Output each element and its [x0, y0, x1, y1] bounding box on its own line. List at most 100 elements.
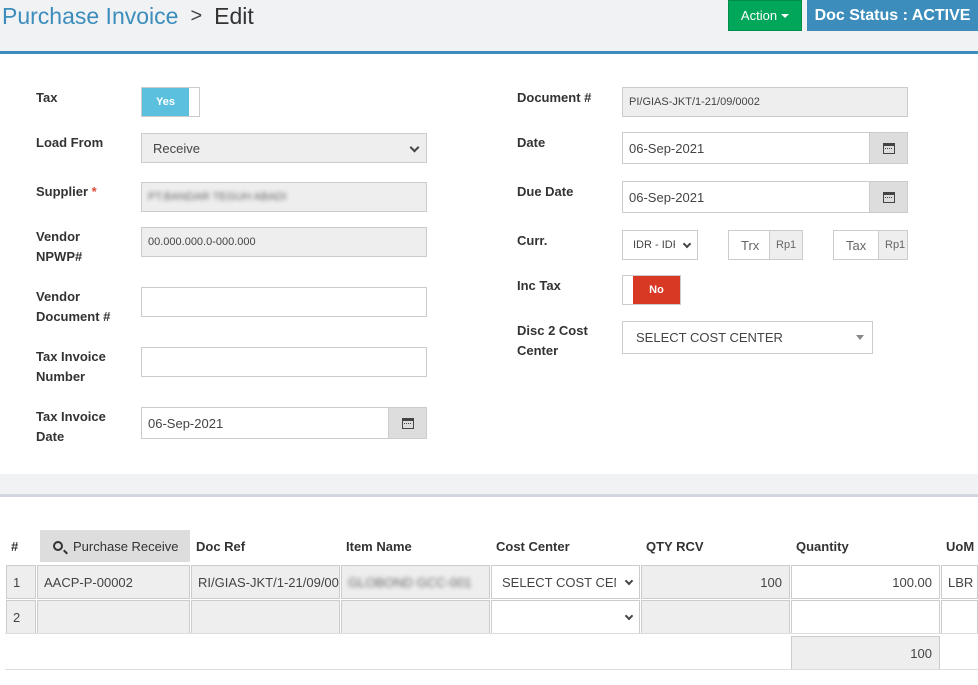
- row-number: 2: [6, 600, 36, 634]
- vendor-document-label: Vendor Document #: [36, 287, 110, 327]
- disc-cost-center-select[interactable]: SELECT COST CENTER: [622, 321, 873, 354]
- row-divider: [5, 633, 978, 634]
- load-from-select[interactable]: Receive: [141, 133, 427, 163]
- vendor-document-input[interactable]: [141, 287, 427, 317]
- row-quantity-input[interactable]: [791, 600, 940, 634]
- page-header: Purchase Invoice > Edit Action Doc Statu…: [0, 0, 978, 44]
- row-doc-ref[interactable]: [191, 600, 340, 634]
- vendor-npwp-label: Vendor NPWP#: [36, 227, 82, 267]
- chevron-down-icon: [682, 239, 692, 249]
- tax-toggle[interactable]: Yes: [141, 87, 200, 117]
- required-mark: *: [91, 184, 97, 199]
- disc-cost-center-label: Disc 2 Cost Center: [517, 321, 588, 361]
- grid-header-quantity: Quantity: [796, 538, 849, 554]
- row-cost-center-select[interactable]: SELECT COST CENTER: [491, 565, 640, 599]
- vendor-document-label-line1: Vendor: [36, 289, 81, 304]
- disc-cost-center-value: SELECT COST CENTER: [636, 330, 783, 345]
- document-no-value: PI/GIAS-JKT/1-21/09/0002: [629, 96, 760, 108]
- document-no-field[interactable]: PI/GIAS-JKT/1-21/09/0002: [622, 87, 908, 117]
- row-divider: [5, 669, 978, 670]
- supplier-label: Supplier *: [36, 182, 97, 202]
- currency-select[interactable]: IDR - IDR: [622, 230, 698, 260]
- row-item-name[interactable]: GLOBOND GCC-001: [341, 565, 490, 599]
- tax-invoice-date-label-line1: Tax Invoice: [36, 409, 106, 424]
- breadcrumb-separator: >: [190, 5, 203, 27]
- invoice-form-panel: Tax Yes Load From Receive Supplier * PT.…: [0, 51, 978, 474]
- due-date-label: Due Date: [517, 184, 574, 199]
- calendar-icon: [882, 191, 895, 203]
- purchase-receive-button[interactable]: Purchase Receive: [40, 530, 190, 562]
- tax-rate-addon: Rp1: [878, 231, 907, 259]
- grid-header-purchase-receive: Purchase Receive: [73, 538, 179, 554]
- tax-invoice-date-input[interactable]: 06-Sep-2021: [141, 407, 427, 439]
- date-input[interactable]: 06-Sep-2021: [622, 132, 908, 164]
- tax-invoice-number-label-line1: Tax Invoice: [36, 349, 106, 364]
- grid-header-item-name: Item Name: [346, 538, 412, 554]
- document-no-label: Document #: [517, 90, 592, 105]
- vendor-document-label-line2: Document #: [36, 309, 111, 324]
- load-from-label: Load From: [36, 135, 104, 150]
- row-uom[interactable]: LBR: [941, 565, 978, 599]
- trx-rate-addon: Rp1: [769, 231, 802, 259]
- chevron-down-icon: [624, 611, 634, 621]
- due-date-input[interactable]: 06-Sep-2021: [622, 181, 908, 213]
- currency-label: Curr.: [517, 233, 548, 248]
- supplier-label-text: Supplier: [36, 184, 89, 199]
- inc-tax-label: Inc Tax: [517, 278, 561, 293]
- action-button[interactable]: Action: [728, 0, 802, 31]
- vendor-npwp-label-line1: Vendor: [36, 229, 81, 244]
- row-item-name-value: GLOBOND GCC-001: [348, 574, 472, 590]
- breadcrumb: Purchase Invoice > Edit: [2, 3, 254, 30]
- disc-cost-center-label-line2: Center: [517, 343, 559, 358]
- total-quantity: 100: [791, 636, 940, 670]
- vendor-npwp-field[interactable]: 00.000.000.0-000.000: [141, 227, 427, 257]
- row-uom[interactable]: [941, 600, 978, 634]
- vendor-npwp-value: 00.000.000.0-000.000: [148, 236, 256, 248]
- tax-label: Tax: [36, 90, 58, 105]
- breadcrumb-current: Edit: [214, 3, 254, 29]
- due-date-value: 06-Sep-2021: [629, 189, 705, 205]
- search-icon: [53, 541, 63, 551]
- tax-invoice-number-input[interactable]: [141, 347, 427, 377]
- grid-header-no: #: [11, 538, 19, 554]
- tax-invoice-number-label: Tax Invoice Number: [36, 347, 106, 387]
- supplier-field[interactable]: PT.BANDAR TEGUH ABADI: [141, 182, 427, 212]
- row-number: 1: [6, 565, 36, 599]
- date-label: Date: [517, 135, 546, 150]
- inc-tax-toggle[interactable]: No: [622, 275, 681, 305]
- load-from-value: Receive: [153, 140, 200, 156]
- tax-rate-input[interactable]: Tax Rp1: [833, 230, 908, 260]
- date-calendar-button[interactable]: [869, 133, 907, 163]
- tax-toggle-yes: Yes: [142, 88, 189, 116]
- disc-cost-center-label-line1: Disc 2 Cost: [517, 323, 588, 338]
- row-quantity-input[interactable]: 100.00: [791, 565, 940, 599]
- chevron-down-icon: [624, 576, 634, 586]
- row-doc-ref[interactable]: RI/GIAS-JKT/1-21/09/0002: [191, 565, 340, 599]
- row-cost-center-select[interactable]: [491, 600, 640, 634]
- calendar-icon: [401, 417, 414, 429]
- tax-invoice-date-label-line2: Date: [36, 429, 65, 444]
- trx-rate-placeholder: Trx: [741, 237, 760, 253]
- row-purchase-receive[interactable]: AACP-P-00002: [37, 565, 190, 599]
- action-button-label: Action: [740, 8, 778, 23]
- breadcrumb-purchase-invoice[interactable]: Purchase Invoice: [2, 3, 178, 30]
- grid-header-doc-ref: Doc Ref: [196, 538, 246, 554]
- trx-rate-input[interactable]: Trx Rp1: [728, 230, 803, 260]
- grid-header-cost-center: Cost Center: [496, 538, 570, 554]
- caret-down-icon: [781, 13, 790, 18]
- caret-down-icon: [856, 335, 864, 340]
- row-purchase-receive[interactable]: [37, 600, 190, 634]
- vendor-npwp-label-line2: NPWP#: [36, 249, 83, 264]
- tax-invoice-number-label-line2: Number: [36, 369, 86, 384]
- invoice-items-grid: # Purchase Receive Doc Ref Item Name Cos…: [0, 494, 978, 685]
- date-value: 06-Sep-2021: [629, 140, 705, 156]
- grid-header-qty-rcv: QTY RCV: [646, 538, 704, 554]
- row-item-name[interactable]: [341, 600, 490, 634]
- tax-rate-placeholder: Tax: [846, 237, 867, 253]
- row-qty-rcv: [641, 600, 790, 634]
- currency-value: IDR - IDR: [633, 239, 675, 251]
- tax-invoice-date-calendar-button[interactable]: [388, 408, 426, 438]
- tax-invoice-date-value: 06-Sep-2021: [148, 415, 224, 431]
- supplier-value: PT.BANDAR TEGUH ABADI: [148, 191, 287, 203]
- due-date-calendar-button[interactable]: [869, 182, 907, 212]
